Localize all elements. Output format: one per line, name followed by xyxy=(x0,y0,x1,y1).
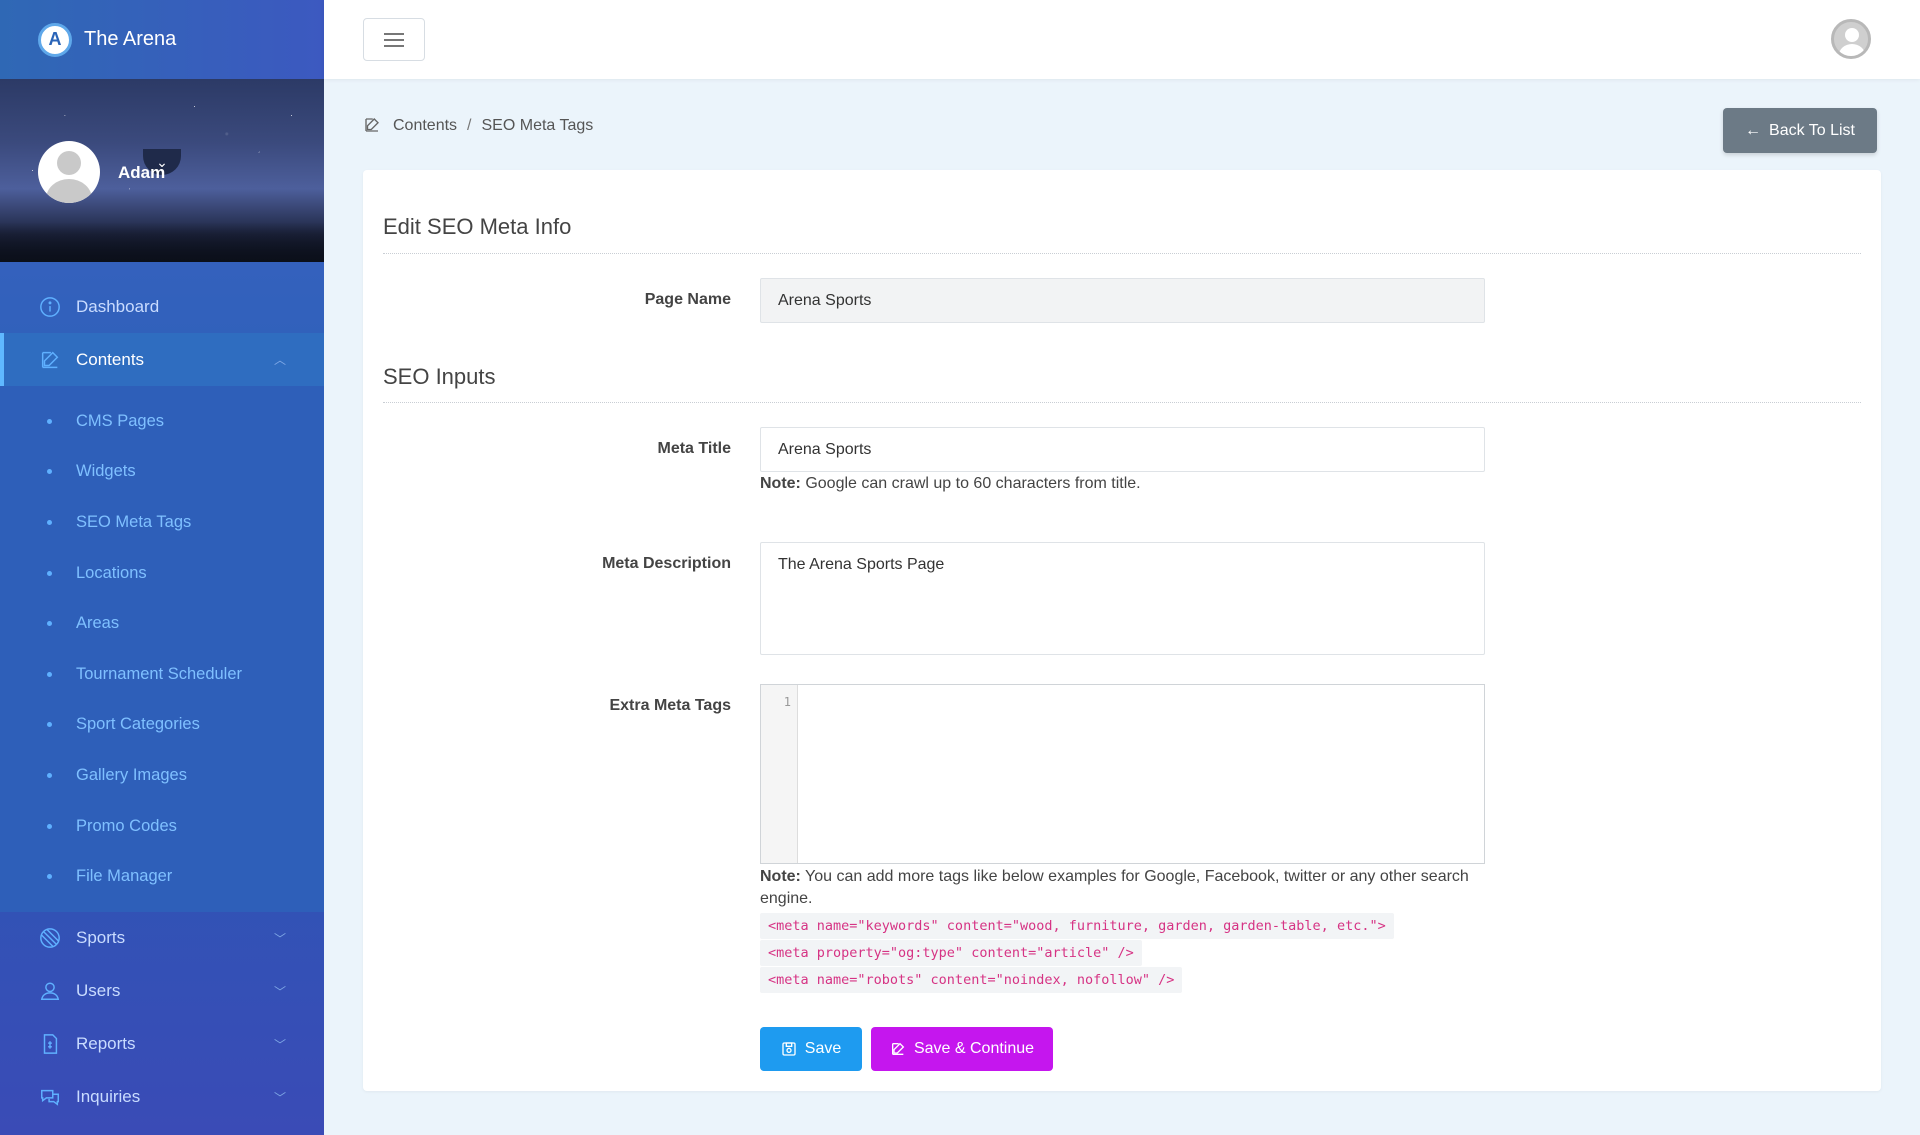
subnav-item-file-manager[interactable]: File Manager xyxy=(0,851,324,902)
chevron-down-icon: ﹀ xyxy=(273,1037,286,1052)
section-title-seo-inputs: SEO Inputs xyxy=(383,364,496,389)
save-label: Save xyxy=(804,1040,842,1057)
sidebar-nav-bottom: Sports ﹀ Users ﹀ Reports ﹀ Inquiries ﹀ xyxy=(0,912,324,1124)
user-icon xyxy=(38,979,62,1003)
meta-title-label: Meta Title xyxy=(657,440,732,457)
report-icon xyxy=(38,1032,62,1056)
line-number-gutter: 1 xyxy=(761,685,798,863)
arena-logo-icon: A xyxy=(38,22,72,57)
user-avatar[interactable] xyxy=(1831,19,1871,59)
subnav-item-promo-codes[interactable]: Promo Codes xyxy=(0,801,324,852)
sidebar-item-label: Dashboard xyxy=(76,296,160,316)
sidebar-item-sports[interactable]: Sports ﹀ xyxy=(0,912,324,965)
extra-meta-tags-note: Note: You can add more tags like below e… xyxy=(760,866,1500,994)
divider xyxy=(383,253,1861,254)
note-text: Google can crawl up to 60 characters fro… xyxy=(800,475,1141,492)
chevron-down-icon: ﹀ xyxy=(273,1090,286,1105)
profile-name: Adam xyxy=(118,163,166,182)
sidebar-item-dashboard[interactable]: Dashboard xyxy=(0,280,324,333)
subnav-item-seo-meta-tags[interactable]: SEO Meta Tags xyxy=(0,497,324,548)
sidebar-item-label: Sports xyxy=(76,928,126,948)
meta-title-input[interactable]: Arena Sports xyxy=(760,427,1485,472)
subnav-item-widgets[interactable]: Widgets xyxy=(0,447,324,498)
sidebar-item-label: Inquiries xyxy=(76,1087,141,1107)
note-label: Note: xyxy=(760,475,801,492)
save-continue-label: Save & Continue xyxy=(913,1040,1035,1057)
subnav-item-sport-categories[interactable]: Sport Categories xyxy=(0,700,324,751)
save-button[interactable]: Save xyxy=(760,1027,862,1071)
edit-icon xyxy=(38,348,62,372)
subnav-item-tournament-scheduler[interactable]: Tournament Scheduler xyxy=(0,649,324,700)
ball-icon xyxy=(38,926,62,950)
section-title-edit-seo: Edit SEO Meta Info xyxy=(383,214,572,239)
extra-meta-tags-label: Extra Meta Tags xyxy=(609,697,731,714)
subnav-item-gallery-images[interactable]: Gallery Images xyxy=(0,750,324,801)
hamburger-menu-button[interactable] xyxy=(363,18,425,61)
sidebar-item-label: Users xyxy=(76,981,121,1001)
meta-title-note: Note: Google can crawl up to 60 characte… xyxy=(760,473,1500,495)
seo-form-card: Edit SEO Meta Info Page Name Arena Sport… xyxy=(363,170,1881,1091)
contents-subnav: CMS Pages Widgets SEO Meta Tags Location… xyxy=(0,386,324,912)
profile-avatar[interactable] xyxy=(38,141,100,203)
sidebar-item-inquiries[interactable]: Inquiries ﹀ xyxy=(0,1071,324,1124)
chevron-up-icon: ︿ xyxy=(273,353,286,367)
example-meta-og-type: <meta property="og:type" content="articl… xyxy=(760,940,1142,966)
floppy-disk-icon xyxy=(781,1041,797,1057)
example-meta-keywords: <meta name="keywords" content="wood, fur… xyxy=(760,913,1394,939)
hamburger-icon xyxy=(384,38,404,41)
breadcrumb-current: SEO Meta Tags xyxy=(481,117,594,134)
top-bar xyxy=(324,0,1920,79)
sidebar: A The Arena ⌄ Adam Dashboard Contents ︿ … xyxy=(0,0,324,1135)
extra-meta-tags-editor[interactable]: 1 xyxy=(760,684,1485,864)
back-to-list-button[interactable]: ← Back To List xyxy=(1723,108,1877,153)
profile-panel: ⌄ Adam xyxy=(0,79,324,262)
back-to-list-label: Back To List xyxy=(1769,121,1855,139)
sidebar-item-label: Reports xyxy=(76,1034,136,1054)
edit-icon xyxy=(890,1041,906,1057)
chat-icon xyxy=(38,1085,62,1109)
profile-background-ground xyxy=(0,222,324,262)
sidebar-nav: Dashboard Contents ︿ xyxy=(0,262,324,386)
note-label: Note: xyxy=(760,868,801,885)
meta-description-label: Meta Description xyxy=(602,555,731,572)
page-name-field: Arena Sports xyxy=(760,278,1485,323)
subnav-item-locations[interactable]: Locations xyxy=(0,548,324,599)
subnav-item-cms-pages[interactable]: CMS Pages xyxy=(0,396,324,447)
meta-description-textarea[interactable]: The Arena Sports Page xyxy=(760,542,1485,655)
sidebar-item-contents[interactable]: Contents ︿ xyxy=(0,333,324,386)
sidebar-item-users[interactable]: Users ﹀ xyxy=(0,965,324,1018)
note-text: You can add more tags like below example… xyxy=(760,868,1469,907)
breadcrumb-separator: / xyxy=(467,117,472,134)
page-name-label: Page Name xyxy=(644,291,731,308)
breadcrumb-contents[interactable]: Contents xyxy=(393,117,457,135)
chevron-down-icon: ﹀ xyxy=(273,984,286,999)
chevron-down-icon: ﹀ xyxy=(273,931,286,946)
brand-name: The Arena xyxy=(84,28,177,50)
info-icon xyxy=(38,295,62,319)
breadcrumb: Contents / SEO Meta Tags xyxy=(363,116,593,136)
subnav-item-areas[interactable]: Areas xyxy=(0,598,324,649)
divider xyxy=(383,402,1861,403)
edit-icon xyxy=(363,116,383,136)
sidebar-item-label: Contents xyxy=(76,349,145,369)
sidebar-item-reports[interactable]: Reports ﹀ xyxy=(0,1018,324,1071)
arrow-left-icon: ← xyxy=(1745,121,1762,139)
example-meta-robots: <meta name="robots" content="noindex, no… xyxy=(760,967,1183,993)
save-and-continue-button[interactable]: Save & Continue xyxy=(871,1027,1053,1071)
brand[interactable]: A The Arena xyxy=(0,0,324,79)
